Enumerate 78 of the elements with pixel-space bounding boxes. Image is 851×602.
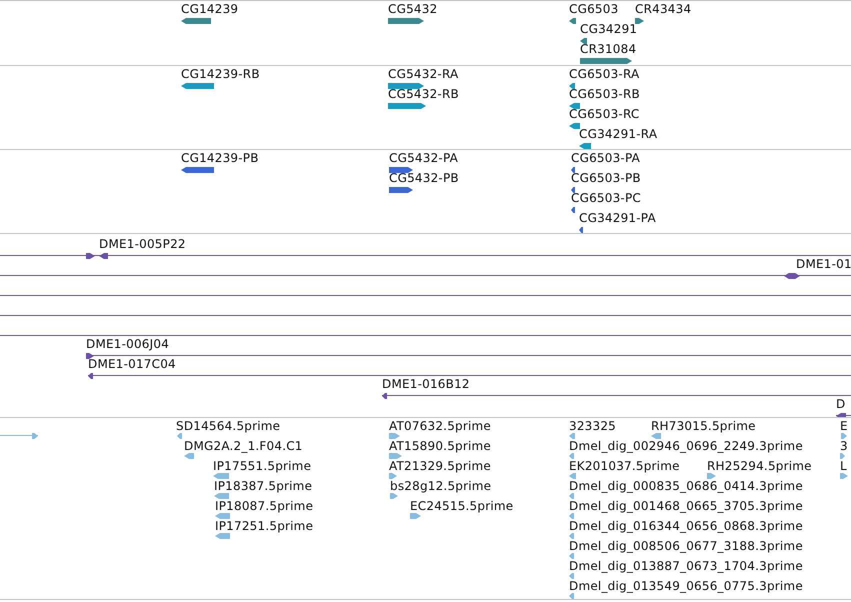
feature-label[interactable]: CG34291 bbox=[580, 23, 638, 36]
feature-label[interactable]: CG6503-PB bbox=[571, 172, 641, 185]
feature-label[interactable]: Dmel_dig_000835_0686_0414.3prime bbox=[569, 480, 803, 493]
feature-label[interactable]: SD14564.5prime bbox=[176, 420, 280, 433]
left-arrow-icon[interactable] bbox=[382, 393, 387, 399]
right-arrow-icon[interactable] bbox=[86, 253, 95, 259]
left-arrow-icon[interactable] bbox=[571, 187, 575, 193]
feature-label[interactable]: Dmel_dig_016344_0656_0868.3prime bbox=[569, 520, 803, 533]
feature-label[interactable]: EC24515.5prime bbox=[410, 500, 514, 513]
left-arrow-icon[interactable] bbox=[571, 167, 575, 173]
feature-label[interactable]: CG14239-PB bbox=[181, 152, 259, 165]
feature-label[interactable]: 3 bbox=[840, 440, 848, 453]
feature-label[interactable]: Dmel_dig_013549_0656_0775.3prime bbox=[569, 580, 803, 593]
right-arrow-icon[interactable] bbox=[389, 167, 413, 173]
left-arrow-icon[interactable] bbox=[88, 373, 93, 379]
feature-label[interactable]: CG6503-RC bbox=[569, 108, 640, 121]
right-arrow-icon[interactable] bbox=[635, 18, 644, 24]
feature-label[interactable]: RH73015.5prime bbox=[651, 420, 756, 433]
right-arrow-icon[interactable] bbox=[792, 273, 800, 279]
feature-label[interactable]: AT21329.5prime bbox=[389, 460, 491, 473]
feature-label[interactable]: DME1-005P22 bbox=[99, 238, 186, 251]
feature-label[interactable]: AT07632.5prime bbox=[389, 420, 491, 433]
feature-label[interactable]: CG6503-PC bbox=[571, 192, 641, 205]
left-arrow-icon[interactable] bbox=[569, 18, 576, 24]
feature-label[interactable]: Dmel_dig_002946_0696_2249.3prime bbox=[569, 440, 803, 453]
right-arrow-icon[interactable] bbox=[388, 83, 424, 89]
left-arrow-icon[interactable] bbox=[99, 253, 108, 259]
feature-label[interactable]: CG6503 bbox=[569, 3, 618, 16]
feature-label[interactable]: RH25294.5prime bbox=[707, 460, 812, 473]
left-arrow-icon[interactable] bbox=[571, 207, 575, 213]
feature-label[interactable]: CG5432-RA bbox=[388, 68, 458, 81]
left-arrow-icon[interactable] bbox=[579, 227, 583, 233]
feature-label[interactable]: CR43434 bbox=[635, 3, 692, 16]
left-arrow-icon[interactable] bbox=[569, 83, 575, 89]
feature-label[interactable]: CG6503-RA bbox=[569, 68, 640, 81]
feature-label[interactable]: AT15890.5prime bbox=[389, 440, 491, 453]
feature-label[interactable]: CG5432-RB bbox=[388, 88, 459, 101]
feature-label[interactable]: CG34291-PA bbox=[579, 212, 656, 225]
left-arrow-icon[interactable] bbox=[784, 273, 792, 279]
left-arrow-icon[interactable] bbox=[181, 83, 214, 89]
left-arrow-icon[interactable] bbox=[181, 167, 214, 173]
feature-label[interactable]: CG6503-RB bbox=[569, 88, 640, 101]
feature-label[interactable]: IP18387.5prime bbox=[214, 480, 312, 493]
feature-label[interactable]: CR31084 bbox=[580, 43, 636, 56]
feature-label[interactable]: DME1-01 bbox=[796, 258, 851, 271]
feature-label[interactable]: CG6503-PA bbox=[571, 152, 640, 165]
feature-label[interactable]: IP17251.5prime bbox=[215, 520, 314, 533]
feature-label[interactable]: 323325 bbox=[569, 420, 616, 433]
feature-label[interactable]: Dmel_dig_008506_0677_3188.3prime bbox=[569, 540, 803, 553]
feature-label[interactable]: Dmel_dig_013887_0673_1704.3prime bbox=[569, 560, 803, 573]
left-arrow-icon[interactable] bbox=[569, 103, 580, 109]
feature-label[interactable]: DME1-006J04 bbox=[86, 338, 170, 351]
feature-label[interactable]: CG34291-RA bbox=[579, 128, 658, 141]
feature-label[interactable]: CG14239-RB bbox=[181, 68, 260, 81]
feature-label[interactable]: CG5432-PA bbox=[389, 152, 458, 165]
feature-label[interactable]: IP17551.5prime bbox=[213, 460, 312, 473]
feature-label[interactable]: L bbox=[840, 460, 847, 473]
right-arrow-icon[interactable] bbox=[388, 18, 424, 24]
feature-label[interactable]: DMG2A.2_1.F04.C1 bbox=[184, 440, 303, 453]
feature-label[interactable]: IP18087.5prime bbox=[215, 500, 314, 513]
left-arrow-icon[interactable] bbox=[569, 123, 580, 129]
left-arrow-icon[interactable] bbox=[579, 143, 591, 149]
right-arrow-icon[interactable] bbox=[388, 103, 426, 109]
feature-label[interactable]: E bbox=[840, 420, 848, 433]
feature-label[interactable]: CG5432 bbox=[388, 3, 438, 16]
feature-label[interactable]: bs28g12.5prime bbox=[390, 480, 492, 493]
left-arrow-icon[interactable] bbox=[580, 38, 587, 44]
feature-label[interactable]: D bbox=[836, 398, 846, 411]
left-arrow-icon[interactable] bbox=[181, 18, 211, 24]
right-arrow-icon[interactable] bbox=[389, 187, 413, 193]
feature-label[interactable]: CG14239 bbox=[181, 3, 238, 16]
feature-label[interactable]: EK201037.5prime bbox=[569, 460, 680, 473]
right-arrow-icon[interactable] bbox=[580, 58, 632, 64]
feature-label[interactable]: DME1-017C04 bbox=[88, 358, 176, 371]
feature-label[interactable]: DME1-016B12 bbox=[382, 378, 470, 391]
right-arrow-icon[interactable] bbox=[86, 353, 94, 359]
feature-label[interactable]: Dmel_dig_001468_0665_3705.3prime bbox=[569, 500, 803, 513]
feature-label[interactable]: CG5432-PB bbox=[389, 172, 459, 185]
